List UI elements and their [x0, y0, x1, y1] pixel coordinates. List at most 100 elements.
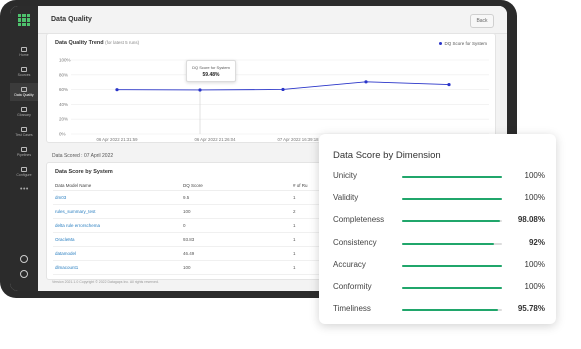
dimension-value: 98.08%: [517, 215, 545, 224]
pipeline-icon: [21, 147, 27, 152]
trend-chart: 100% 80% 60% 40% 20% 0% 06 Apr 2022 21:31:59 06…: [59, 58, 489, 142]
sidebar-item-test-cases[interactable]: Test Cases: [10, 123, 38, 141]
app-logo-icon: [18, 14, 30, 26]
data-point[interactable]: [447, 82, 451, 87]
home-icon: [21, 47, 27, 52]
dimension-card-title: Data Score by Dimension: [333, 150, 441, 161]
dimension-label: Accuracy: [333, 260, 366, 269]
help-icon[interactable]: [20, 255, 28, 263]
quality-icon: [21, 87, 27, 92]
y-tick-label: 0%: [59, 132, 66, 137]
dimension-progress-bar: [402, 265, 502, 267]
tooltip-value: 59.48%: [202, 72, 220, 78]
dimension-value: 95.78%: [517, 304, 545, 313]
column-header-score[interactable]: DQ Score: [181, 181, 291, 191]
dimension-progress-fill: [402, 198, 502, 200]
dimension-progress-fill: [402, 287, 502, 289]
dimension-row-consistency: Consistency 92%: [333, 238, 545, 250]
chart-tooltip: DQ Score for System 59.48%: [186, 60, 236, 82]
dimension-progress-fill: [402, 176, 502, 178]
sidebar-item-label: Configure: [16, 173, 32, 177]
sidebar-item-home[interactable]: Home: [10, 43, 38, 61]
sidebar-item-glossary[interactable]: Glossary: [10, 103, 38, 121]
sidebar-item-data-quality[interactable]: Data Quality: [10, 83, 38, 101]
sidebar-item-configure[interactable]: Configure: [10, 163, 38, 181]
dimension-row-validity: Validity 100%: [333, 193, 545, 205]
sidebar-item-label: Pipelines: [16, 153, 32, 157]
x-tick-label: 06 Apr 2022 21:31:59: [96, 137, 138, 142]
tooltip-label: DQ Score for System: [192, 65, 230, 70]
test-cases-icon: [21, 127, 27, 132]
dimension-label: Validity: [333, 193, 359, 202]
dimension-label: Completeness: [333, 215, 385, 224]
dimension-value: 100%: [524, 260, 545, 269]
data-point[interactable]: [115, 88, 119, 92]
data-point[interactable]: [281, 87, 285, 92]
gear-icon: [21, 167, 27, 172]
dimension-value: 100%: [524, 171, 545, 180]
glossary-icon: [21, 107, 27, 112]
dq-score-cell: 46.49: [181, 246, 291, 261]
y-tick-label: 20%: [59, 117, 68, 122]
dimension-progress-fill: [402, 265, 502, 267]
dq-score-cell: 9.5: [181, 190, 291, 205]
dq-score-cell: 100: [181, 204, 291, 219]
dimension-progress-bar: [402, 198, 502, 200]
dimension-row-accuracy: Accuracy 100%: [333, 260, 545, 272]
x-tick-label: 07 Apr 2022 16:39:18: [277, 137, 319, 142]
data-point[interactable]: [364, 80, 368, 84]
dimension-label: Consistency: [333, 238, 377, 247]
back-button[interactable]: Back: [470, 14, 494, 28]
dimension-value: 92%: [528, 238, 545, 247]
dimension-progress-bar: [402, 176, 502, 178]
dimension-row-timeliness: Timeliness 95.78%: [333, 304, 545, 316]
data-point[interactable]: [198, 88, 202, 92]
model-name-cell[interactable]: datamodel: [53, 246, 181, 261]
dimension-label: Conformity: [333, 282, 372, 291]
dq-score-cell: 0: [181, 218, 291, 233]
dq-score-cell: 93.83: [181, 232, 291, 247]
sidebar-item-sources[interactable]: Sources: [10, 63, 38, 81]
dimension-progress-bar: [402, 287, 502, 289]
model-name-cell[interactable]: dm03: [53, 190, 181, 205]
dimension-progress-bar: [402, 220, 502, 222]
sidebar-item-label: Glossary: [17, 113, 31, 117]
dimension-score-card: Data Score by Dimension Unicity 100% Valid…: [319, 134, 556, 324]
sidebar-item-label: Home: [19, 53, 29, 57]
dimension-value: 100%: [524, 282, 545, 291]
sidebar-item-pipelines[interactable]: Pipelines: [10, 143, 38, 161]
dimension-row-unicity: Unicity 100%: [333, 171, 545, 183]
sidebar-item-label: Sources: [17, 73, 31, 77]
model-name-cell[interactable]: dlmacount1: [53, 260, 181, 275]
dimension-progress-fill: [402, 243, 494, 245]
y-tick-label: 80%: [59, 72, 68, 77]
page-title: Data Quality: [51, 16, 92, 23]
dimension-label: Timeliness: [333, 304, 371, 313]
system-score-title: Data Score by System: [55, 169, 113, 175]
footer-copyright: Version 2021.1.0 Copyright © 2022 Dataga…: [52, 280, 159, 284]
trend-panel: Data Quality Trend (for latest 5 runs) D…: [46, 33, 496, 143]
y-tick-label: 100%: [59, 58, 71, 63]
more-icon[interactable]: •••: [20, 186, 29, 193]
dimension-value: 100%: [524, 193, 545, 202]
sidebar-item-label: Test Cases: [15, 133, 33, 137]
column-header-model[interactable]: Data Model Name: [53, 181, 181, 191]
user-avatar-icon[interactable]: [20, 270, 28, 278]
data-scored-date: Data Scored : 07 April 2022: [52, 153, 114, 159]
dimension-progress-fill: [402, 309, 498, 311]
y-tick-label: 40%: [59, 102, 68, 107]
dimension-progress-bar: [402, 243, 502, 245]
header: Data Quality Back: [38, 6, 507, 34]
sidebar-item-label: Data Quality: [14, 93, 34, 97]
model-name-cell[interactable]: OracleMa: [53, 232, 181, 247]
database-icon: [21, 67, 27, 72]
model-name-cell[interactable]: delta rule errorschema: [53, 218, 181, 233]
x-tick-label: 06 Apr 2022 21:26:04: [194, 137, 236, 142]
dimension-row-completeness: Completeness 98.08%: [333, 215, 545, 227]
dimension-progress-bar: [402, 309, 502, 311]
y-tick-label: 60%: [59, 87, 68, 92]
sidebar: Home Sources Data Quality Glossary Test …: [10, 6, 38, 291]
dimension-row-conformity: Conformity 100%: [333, 282, 545, 294]
dimension-label: Unicity: [333, 171, 358, 180]
model-name-cell[interactable]: rules_summary_test: [53, 204, 181, 219]
